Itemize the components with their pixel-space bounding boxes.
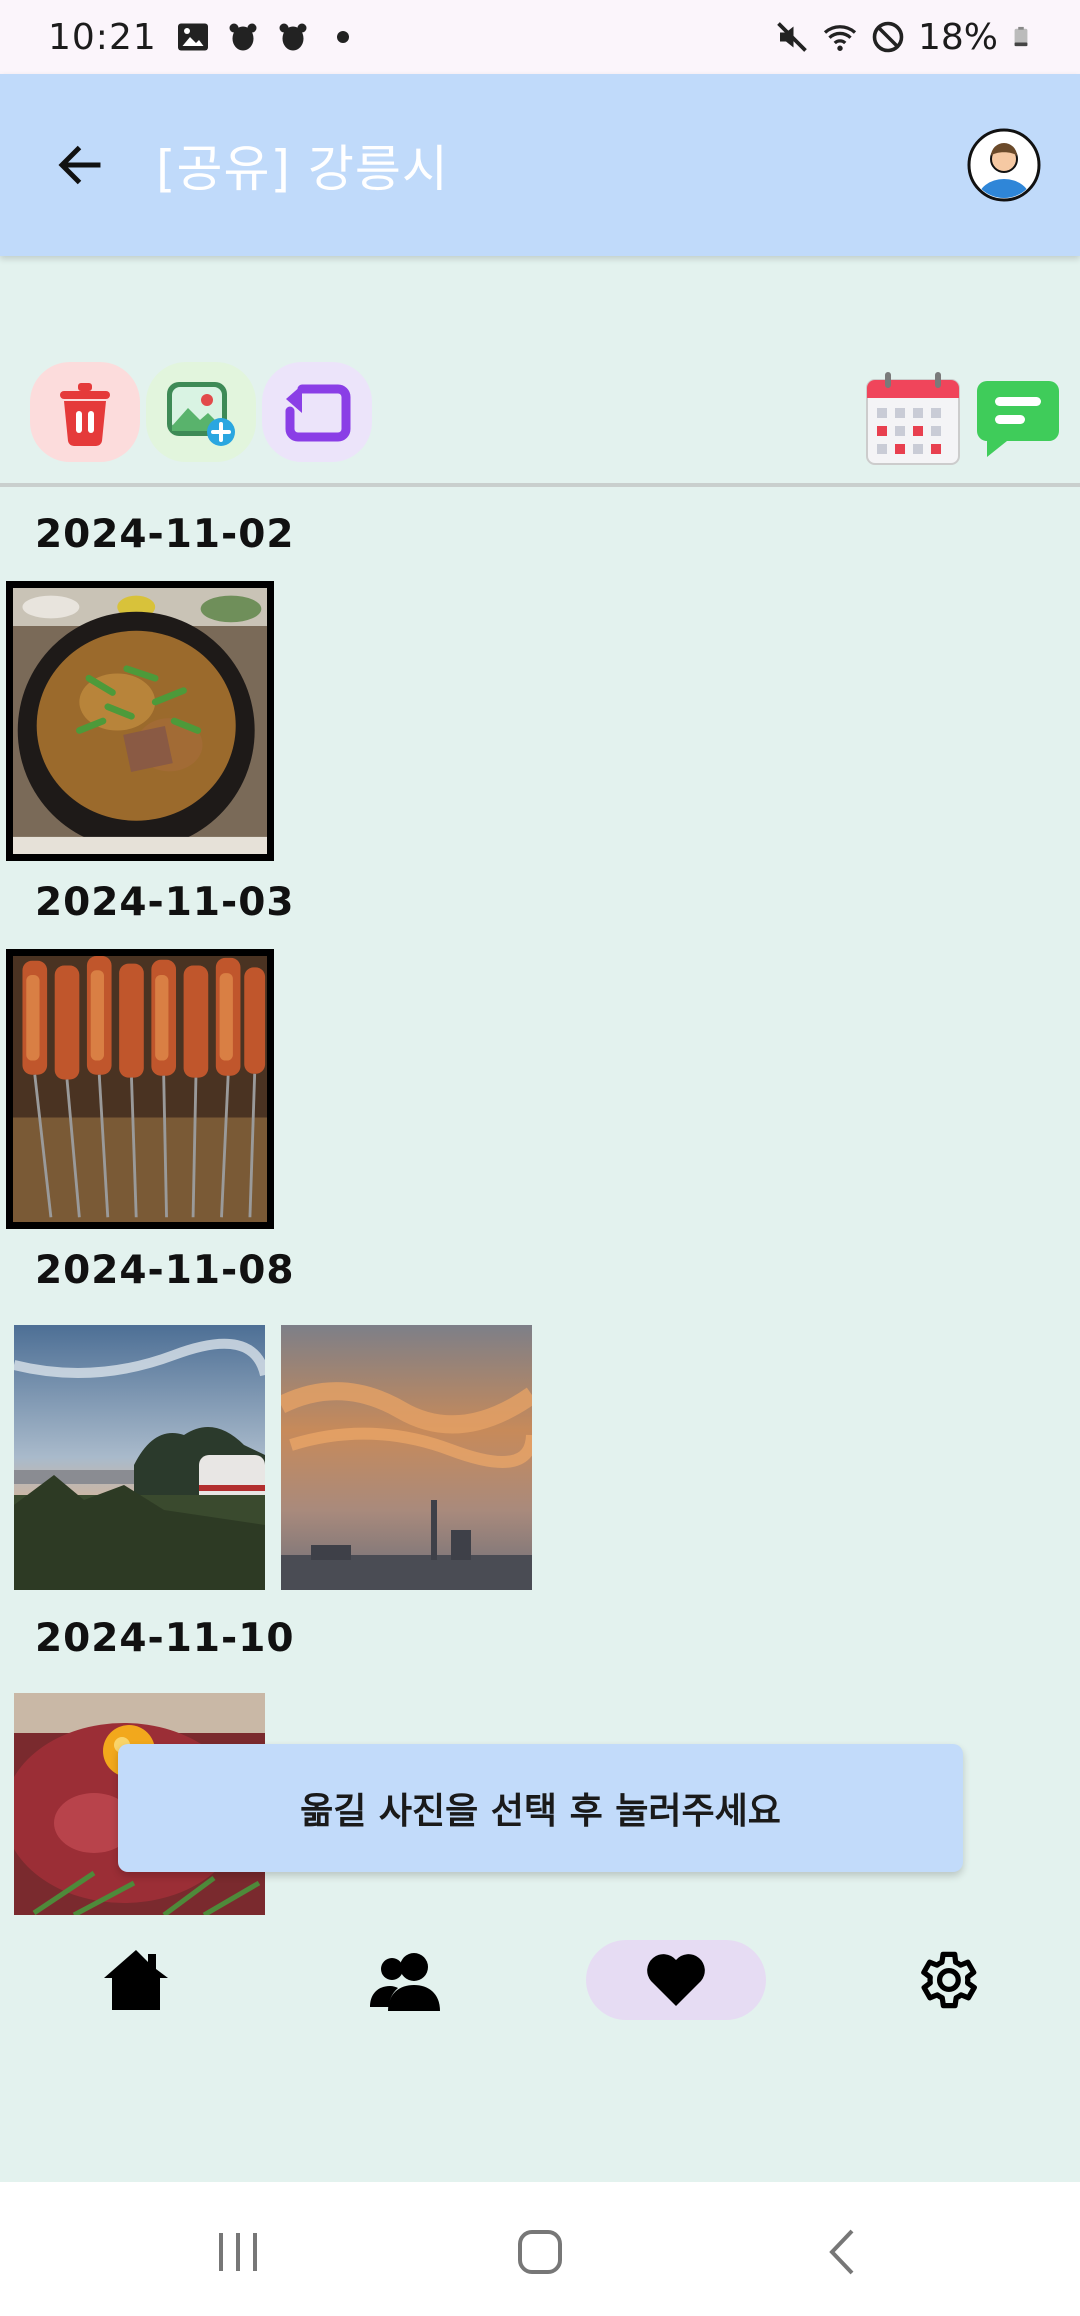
page-title: [공유] 강릉시 [156, 140, 449, 198]
home-system-button[interactable] [500, 2212, 580, 2292]
bug-icon [229, 23, 257, 51]
back-system-button[interactable] [804, 2212, 884, 2292]
nav-home[interactable] [46, 1940, 226, 2020]
arrow-left-icon [58, 145, 101, 185]
back-button[interactable] [40, 125, 120, 205]
bottom-nav [0, 1940, 1080, 2040]
battery-icon [1014, 26, 1028, 47]
toast-message: 옮길 사진을 선택 후 눌러주세요 [118, 1744, 963, 1872]
chat-button[interactable] [968, 370, 1068, 470]
delete-button[interactable] [30, 362, 140, 462]
date-label: 2024-11-03 [35, 880, 295, 925]
toolbar-divider [0, 483, 1080, 487]
photo-thumbnail-stew[interactable] [6, 581, 274, 861]
recents-button[interactable] [198, 2212, 278, 2292]
back-chevron-icon [829, 2229, 854, 2275]
stew-image [13, 588, 267, 854]
date-label: 2024-11-10 [35, 1616, 295, 1661]
add-photo-icon [167, 382, 235, 446]
photo-thumbnail-sunset-sky[interactable] [281, 1325, 532, 1590]
date-label: 2024-11-08 [35, 1248, 295, 1293]
skewers-image [13, 956, 267, 1222]
calendar-icon [866, 372, 960, 465]
chat-icon [977, 381, 1059, 457]
profile-button[interactable] [966, 127, 1042, 203]
photo-thumbnail-sunset-camp[interactable] [14, 1325, 265, 1590]
dnd-icon [872, 21, 904, 53]
nav-people[interactable] [316, 1940, 496, 2020]
mute-icon [777, 22, 807, 52]
move-photo-button[interactable] [262, 362, 372, 462]
system-nav-bar [0, 2182, 1080, 2316]
heart-icon [647, 1954, 705, 2006]
dot-icon [336, 31, 349, 43]
wifi-icon [823, 25, 857, 51]
toast-text: 옮길 사진을 선택 후 눌러주세요 [300, 1791, 781, 1832]
bug-icon [279, 23, 307, 51]
date-label: 2024-11-02 [35, 512, 295, 557]
photo-thumbnail-skewers[interactable] [6, 949, 274, 1229]
people-icon [370, 1953, 440, 2011]
status-time: 10:21 [48, 16, 157, 58]
move-icon [285, 384, 351, 442]
app-bar: [공유] 강릉시 [0, 74, 1080, 256]
sunset-camp-image [14, 1325, 265, 1590]
status-bar: 10:21 18% [0, 0, 1080, 74]
home-icon [104, 1950, 168, 2010]
home-circle-icon [518, 2230, 562, 2274]
battery-percent: 18% [917, 16, 998, 58]
nav-favorites[interactable] [586, 1940, 766, 2020]
recents-icon [219, 2233, 257, 2271]
settings-icon [921, 1951, 977, 2009]
gallery-icon [177, 23, 208, 51]
nav-settings[interactable] [856, 1940, 1036, 2020]
calendar-button[interactable] [858, 370, 968, 470]
avatar-icon [967, 128, 1041, 202]
sunset-sky-image [281, 1325, 532, 1590]
add-photo-button[interactable] [146, 362, 256, 462]
trash-icon [60, 383, 110, 447]
